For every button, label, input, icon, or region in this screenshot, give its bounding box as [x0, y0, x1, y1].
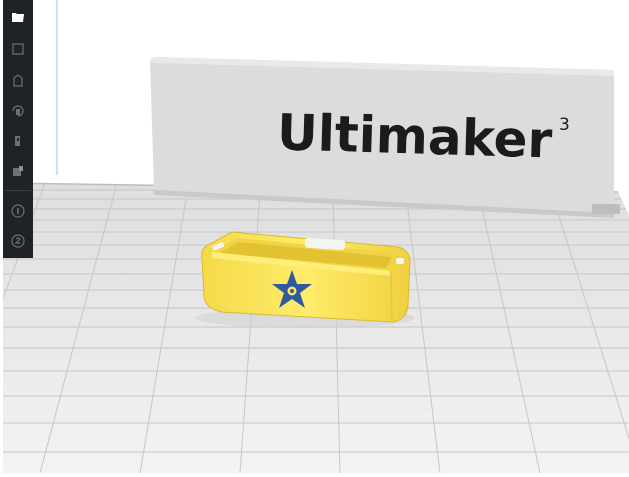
- scale-tool-icon[interactable]: [7, 70, 29, 92]
- extruder-2-icon[interactable]: [7, 230, 29, 252]
- open-file-icon[interactable]: [7, 6, 29, 28]
- build-plate: [3, 183, 629, 473]
- mirror-tool-icon[interactable]: [7, 130, 29, 152]
- left-toolbar: [3, 0, 33, 258]
- model-number: 3: [559, 115, 570, 135]
- toolbar-divider: [5, 190, 31, 191]
- 3d-viewport[interactable]: Ultimaker 3: [0, 0, 629, 473]
- per-model-settings-icon[interactable]: [7, 160, 29, 182]
- extruder-1-icon[interactable]: [7, 200, 29, 222]
- build-volume-scene: Ultimaker 3: [0, 0, 629, 473]
- move-tool-icon[interactable]: [7, 38, 29, 60]
- model-tray[interactable]: [195, 231, 415, 328]
- rotate-tool-icon[interactable]: [7, 100, 29, 122]
- brand-logo: Ultimaker: [276, 103, 553, 169]
